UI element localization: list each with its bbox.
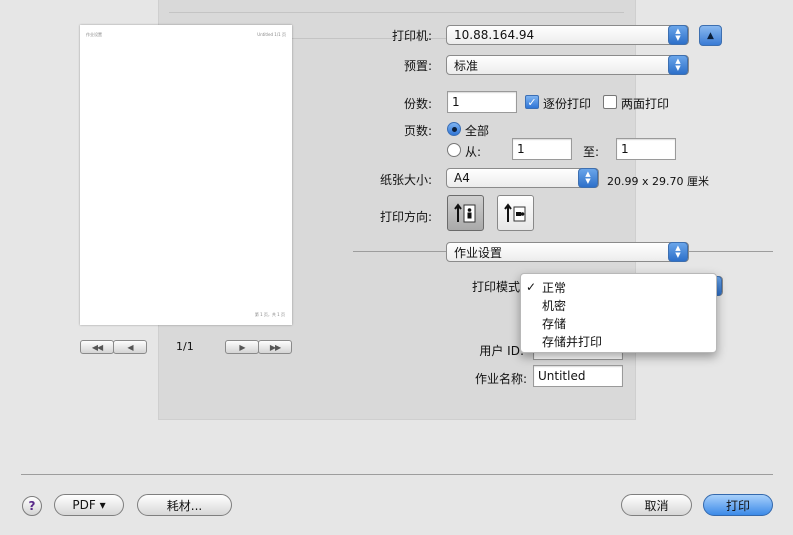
background-divider xyxy=(169,12,624,13)
printer-popup[interactable]: 10.88.164.94 ▲ ▼ xyxy=(446,25,689,45)
portrait-person-icon xyxy=(453,203,475,223)
pages-from-radio[interactable] xyxy=(447,143,461,157)
orientation-label: 打印方向: xyxy=(379,210,432,224)
section-popup[interactable]: 作业设置 ▲ ▼ xyxy=(446,242,689,262)
menu-item-store-and-print[interactable]: 存储并打印 xyxy=(521,332,716,350)
preview-header-right: Untitled 1/1 页 xyxy=(257,32,286,37)
copies-label: 份数: xyxy=(403,97,432,111)
menu-item-label: 正常 xyxy=(542,280,567,295)
paper-size-value: A4 xyxy=(454,171,470,185)
menu-item-confidential[interactable]: 机密 xyxy=(521,296,716,314)
pages-label: 页数: xyxy=(403,124,432,138)
job-name-input[interactable]: Untitled xyxy=(533,365,623,387)
menu-item-store[interactable]: 存储 xyxy=(521,314,716,332)
section-value: 作业设置 xyxy=(454,245,503,260)
user-id-label: 用户 ID: xyxy=(479,344,524,358)
pages-all-radio[interactable] xyxy=(447,122,461,136)
pages-to-input[interactable]: 1 xyxy=(616,138,676,160)
pages-to-label: 至: xyxy=(583,145,600,159)
cancel-button[interactable]: 取消 xyxy=(621,494,692,516)
next-page-button[interactable]: ▶ xyxy=(225,340,259,354)
printer-label: 打印机: xyxy=(391,29,432,43)
previous-page-button[interactable]: ◀ xyxy=(113,340,147,354)
triangle-up-icon[interactable]: ▲ xyxy=(699,25,722,46)
paper-size-popup[interactable]: A4 ▲ ▼ xyxy=(446,168,599,188)
landscape-orientation-button[interactable] xyxy=(497,195,534,231)
supplies-button[interactable]: 耗材... xyxy=(137,494,232,516)
print-button[interactable]: 打印 xyxy=(703,494,773,516)
print-mode-menu[interactable]: ✓ 正常 机密 存储 存储并打印 xyxy=(520,273,717,353)
page-indicator: 1/1 xyxy=(176,340,194,353)
pages-from-input[interactable]: 1 xyxy=(512,138,572,160)
paper-dimensions: 20.99 x 29.70 厘米 xyxy=(607,175,709,188)
pdf-menu-button[interactable]: PDF ▾ xyxy=(54,494,124,516)
popup-arrows-icon: ▲▼ xyxy=(578,168,598,188)
preview-footer: 第 1 页，共 1 页 xyxy=(254,312,285,317)
job-name-label: 作业名称: xyxy=(474,372,527,386)
menu-item-label: 存储 xyxy=(542,316,567,331)
preview-header-left: 作业设置 xyxy=(86,32,102,37)
last-page-button[interactable]: ▶▶ xyxy=(258,340,292,354)
landscape-person-icon xyxy=(503,203,525,222)
menu-item-normal[interactable]: ✓ 正常 xyxy=(521,278,716,296)
first-page-button[interactable]: ◀◀ xyxy=(80,340,114,354)
popup-arrows-icon: ▲▼ xyxy=(668,55,688,75)
popup-arrows-icon: ▲▼ xyxy=(668,25,688,45)
print-mode-label: 打印模式 xyxy=(471,280,520,294)
portrait-orientation-button[interactable] xyxy=(447,195,484,231)
duplex-checkbox[interactable] xyxy=(603,95,617,109)
presets-value: 标准 xyxy=(454,58,479,73)
menu-item-label: 机密 xyxy=(542,298,567,313)
presets-label: 预置: xyxy=(403,59,432,73)
menu-item-label: 存储并打印 xyxy=(542,334,603,349)
pages-all-label: 全部 xyxy=(465,124,490,138)
help-button[interactable]: ? xyxy=(22,496,42,516)
pages-from-label: 从: xyxy=(465,145,482,159)
presets-popup[interactable]: 标准 ▲ ▼ xyxy=(446,55,689,75)
collated-label: 逐份打印 xyxy=(543,97,592,111)
bottom-divider xyxy=(21,474,773,475)
collated-checkbox[interactable]: ✓ xyxy=(525,95,539,109)
printer-value: 10.88.164.94 xyxy=(454,28,535,42)
popup-arrows-icon: ▲▼ xyxy=(668,242,688,262)
duplex-label: 两面打印 xyxy=(621,97,670,111)
copies-input[interactable]: 1 xyxy=(447,91,517,113)
checkmark-icon: ✓ xyxy=(526,280,537,294)
paper-size-label: 纸张大小: xyxy=(379,173,432,187)
print-preview-page: 作业设置 Untitled 1/1 页 第 1 页，共 1 页 xyxy=(80,25,292,325)
